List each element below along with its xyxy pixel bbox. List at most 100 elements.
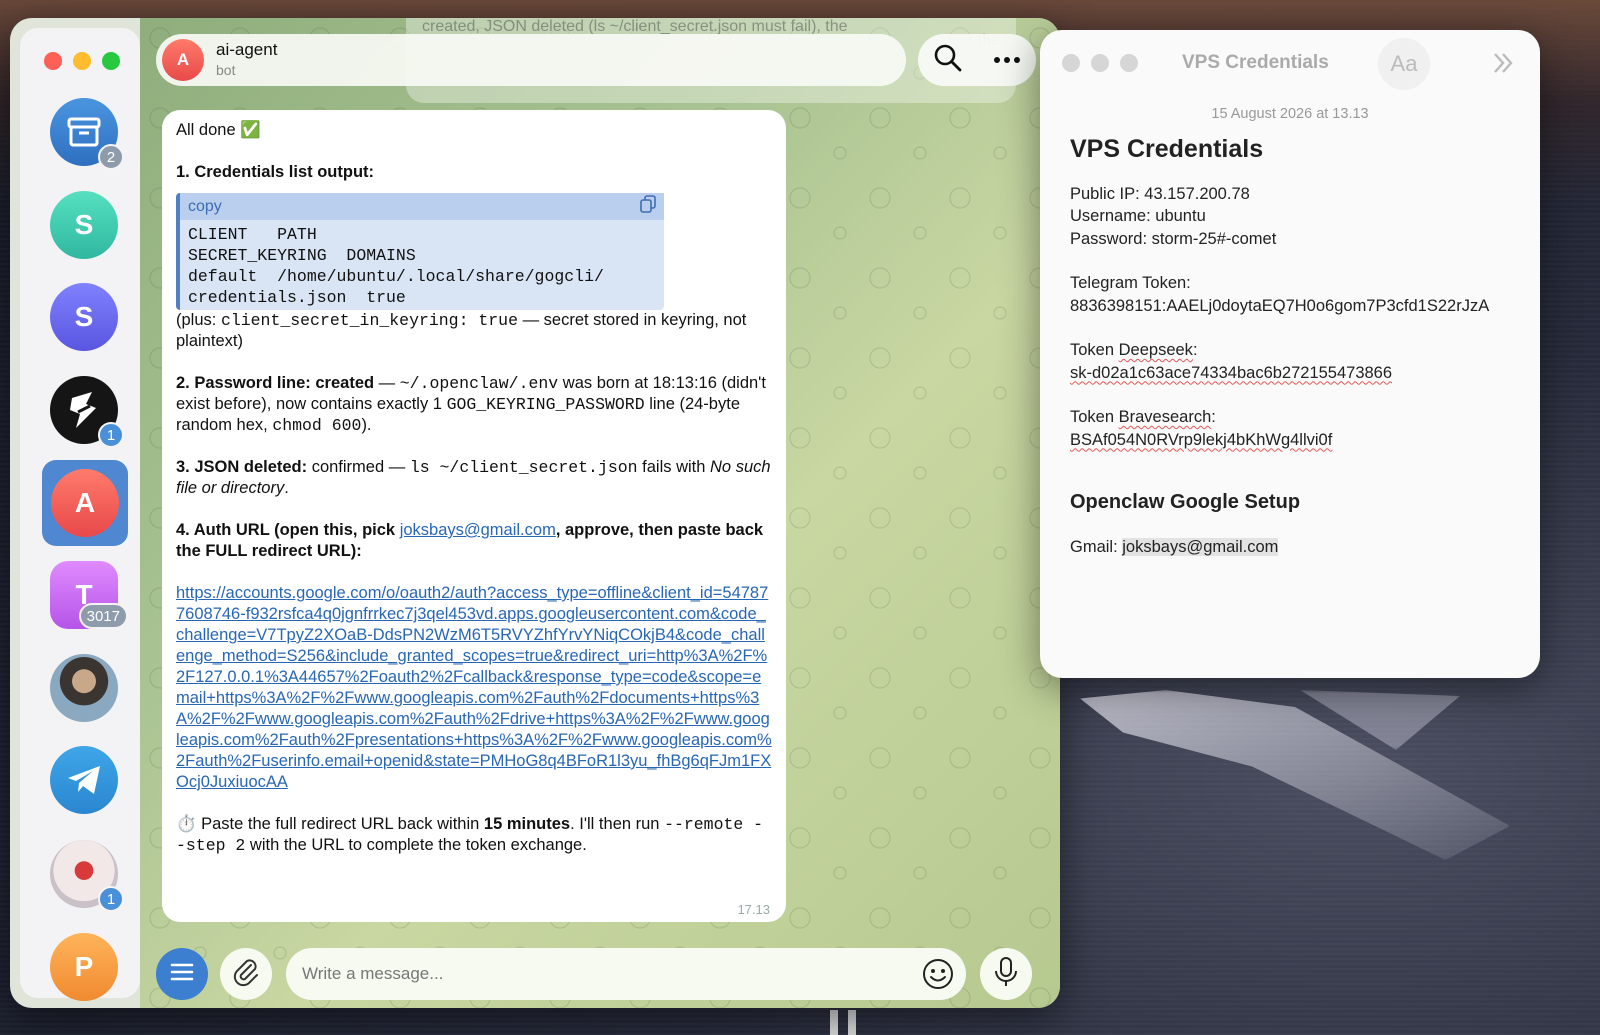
sidebar-chat-dark[interactable]: 1 [50, 376, 124, 448]
minimize-window-button[interactable] [73, 52, 91, 70]
unread-badge: 2 [98, 144, 124, 170]
attach-button[interactable] [220, 948, 272, 1000]
section-title: 4. Auth URL (open this, pick [176, 521, 400, 539]
chat-area: created, JSON deleted (ls ~/client_secre… [140, 18, 1060, 1008]
code-block-content: CLIENT PATH SECRET_KEYRING DOMAINS defau… [188, 225, 604, 307]
text: : [1192, 341, 1198, 359]
search-icon[interactable] [933, 43, 963, 78]
bold-text: 15 minutes [483, 815, 571, 833]
chat-header-actions [918, 34, 1036, 86]
minimize-window-button[interactable] [1091, 54, 1109, 72]
sidebar-chat-archive[interactable]: 2 [50, 98, 124, 170]
inline-code: GOG_KEYRING_PASSWORD [446, 395, 645, 414]
sidebar-chat-ai-agent[interactable]: A [42, 460, 128, 546]
wallpaper-pole [830, 1010, 838, 1035]
chevron-right-double-icon[interactable] [1490, 50, 1516, 81]
section-2: 2. Password line: created — ~/.openclaw/… [176, 373, 772, 436]
format-text-button[interactable]: Aa [1378, 38, 1430, 90]
voice-message-button[interactable] [980, 948, 1032, 1000]
auth-url-link[interactable]: https://accounts.google.com/o/oauth2/aut… [176, 584, 772, 791]
message-composer [140, 938, 1060, 1008]
more-options-icon[interactable] [993, 51, 1021, 69]
code-block: copy CLIENT PATH SECRET_KEYRING DOMAINS … [176, 193, 664, 310]
close-window-button[interactable] [1062, 54, 1080, 72]
sidebar-chat-photo2[interactable]: 1 [50, 840, 124, 912]
notes-titlebar: VPS Credentials Aa [1040, 30, 1540, 98]
message-input[interactable] [302, 964, 902, 984]
code-block-header[interactable]: copy [180, 193, 664, 220]
note-subheading: Openclaw Google Setup [1070, 491, 1301, 513]
email-link[interactable]: joksbays@gmail.com [400, 521, 556, 539]
sidebar-chat-photo1[interactable] [50, 654, 118, 722]
notes-window: VPS Credentials Aa 15 August 2026 at 13.… [1040, 30, 1540, 678]
text: : [1211, 408, 1216, 426]
text: with the URL to complete the token excha… [245, 836, 587, 854]
zoom-window-button[interactable] [1120, 54, 1138, 72]
window-controls [1062, 54, 1138, 72]
microphone-icon [993, 956, 1019, 993]
section-title: 1. Credentials list output: [176, 163, 375, 181]
note-deepseek-token: sk-d02a1c63ace74334bac6b272155473866 [1070, 363, 1393, 382]
bot-message-bubble[interactable]: All done ✅ 1. Credentials list output: c… [162, 110, 786, 922]
text: . I'll then run [570, 815, 665, 833]
text: (plus: [176, 311, 221, 329]
close-window-button[interactable] [44, 52, 62, 70]
text: ). [361, 416, 372, 434]
menu-icon [170, 962, 194, 987]
window-controls [44, 52, 120, 70]
unread-badge: 1 [98, 422, 124, 448]
chat-header-avatar[interactable]: A [162, 39, 204, 81]
chat-list-sidebar: 2 S S 1 A T 3017 1 P [20, 28, 140, 1001]
text: . [284, 479, 289, 497]
message-intro: All done ✅ [176, 121, 261, 139]
zoom-window-button[interactable] [102, 52, 120, 70]
person-photo-icon [50, 654, 118, 722]
chat-avatar: A [51, 469, 119, 537]
sidebar-chat-p[interactable]: P [50, 933, 118, 1001]
wallpaper-pole [848, 1010, 856, 1035]
copy-label[interactable]: copy [188, 196, 222, 217]
final-instruction: ⏱️ Paste the full redirect URL back with… [176, 814, 772, 856]
inline-code: chmod 600 [272, 416, 362, 435]
sidebar-chat-t[interactable]: T 3017 [50, 561, 128, 629]
spellcheck-word: Bravesearch [1118, 408, 1212, 426]
note-username: Username: ubuntu [1070, 207, 1206, 225]
message-input-container[interactable] [286, 948, 966, 1000]
note-telegram-label: Telegram Token: [1070, 274, 1191, 292]
chat-avatar: P [50, 933, 118, 1001]
note-telegram-token: 8836398151:AAELj0doytaEQ7H0o6gom7P3cfd1S… [1070, 296, 1490, 315]
text: Token [1070, 408, 1119, 426]
section-title: 3. JSON deleted: [176, 458, 308, 476]
note-brave-label: Token Bravesearch: [1070, 406, 1510, 429]
text: Token [1070, 341, 1119, 359]
inline-code: client_secret_in_keyring: true [220, 311, 518, 330]
note-heading: VPS Credentials [1070, 135, 1264, 163]
chat-title: ai-agent [216, 40, 278, 60]
chat-subtitle: bot [216, 62, 236, 79]
note-gmail: Gmail: joksbays@gmail.com [1070, 536, 1510, 559]
inline-code: ~/.openclaw/.env [399, 374, 559, 393]
note-content[interactable]: VPS Credentials Public IP: 43.157.200.78… [1040, 135, 1540, 559]
spellcheck-word: Deepseek [1118, 341, 1193, 359]
text: Gmail: [1070, 537, 1123, 556]
sidebar-chat-s1[interactable]: S [50, 191, 118, 259]
emoji-icon[interactable] [922, 958, 954, 995]
section-3: 3. JSON deleted: confirmed — ls ~/client… [176, 457, 772, 499]
note-brave-token: BSAf054N0RVrp9lekj4bKhWg4llvi0f [1070, 430, 1333, 449]
text: confirmed — [307, 458, 410, 476]
peek-text: created, JSON deleted (ls ~/client_secre… [422, 18, 848, 35]
note-date: 15 August 2026 at 13.13 [1211, 106, 1369, 122]
note-deepseek-label: Token Deepseek: [1070, 339, 1510, 362]
telegram-plane-icon [50, 746, 118, 814]
message-timestamp: 17.13 [737, 902, 770, 917]
paperclip-icon [231, 957, 261, 992]
section-title: 2. Password line: created [176, 374, 375, 392]
note-public-ip: Public IP: 43.157.200.78 [1070, 184, 1250, 203]
sidebar-chat-s2[interactable]: S [50, 283, 118, 351]
copy-icon[interactable] [640, 194, 656, 219]
chat-header[interactable]: A ai-agent bot [156, 34, 906, 86]
text: fails with [637, 458, 711, 476]
text: ⏱️ Paste the full redirect URL back with… [176, 815, 484, 833]
sidebar-chat-telegram[interactable] [50, 746, 118, 814]
bot-menu-button[interactable] [156, 948, 208, 1000]
